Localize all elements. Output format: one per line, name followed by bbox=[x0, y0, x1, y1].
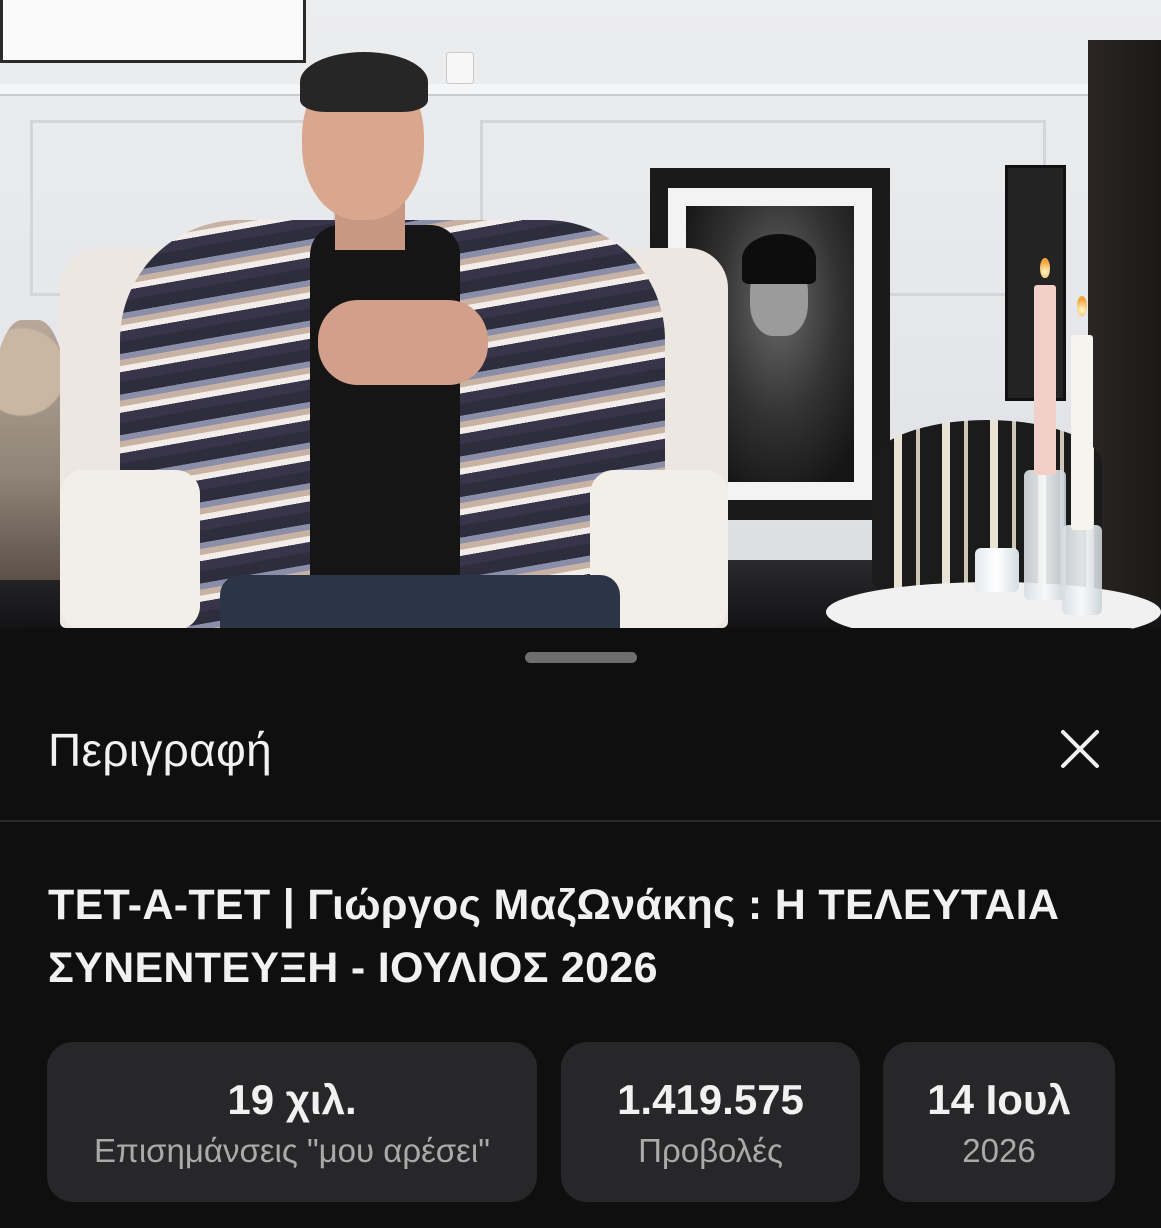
armchair-arm-left bbox=[60, 470, 200, 630]
person-jeans bbox=[220, 575, 620, 630]
views-label: Προβολές bbox=[638, 1132, 783, 1169]
person-tshirt bbox=[310, 225, 460, 595]
video-title: ΤΕΤ-Α-ΤΕΤ | Γιώργος ΜαζΩνάκης : Η ΤΕΛΕΥΤ… bbox=[48, 881, 1060, 992]
sheet-title: Περιγραφή bbox=[48, 724, 272, 776]
close-icon bbox=[1061, 730, 1099, 768]
likes-stat: 19 χιλ. Επισημάνσεις "μου αρέσει" bbox=[47, 1042, 537, 1202]
date-year: 2026 bbox=[962, 1132, 1036, 1169]
candle-pink bbox=[1034, 285, 1056, 475]
person-hands bbox=[318, 300, 488, 385]
candle-holder bbox=[1024, 470, 1066, 600]
likes-count: 19 χιλ. bbox=[227, 1076, 357, 1123]
candle-holder bbox=[1062, 525, 1102, 615]
drag-handle[interactable] bbox=[525, 652, 637, 663]
date-stat: 14 Ιουλ 2026 bbox=[883, 1042, 1115, 1202]
light-switch bbox=[446, 52, 474, 84]
candle-white bbox=[1071, 335, 1093, 530]
date-day-month: 14 Ιουλ bbox=[927, 1076, 1071, 1123]
close-button[interactable] bbox=[1055, 724, 1105, 774]
views-count: 1.419.575 bbox=[617, 1076, 804, 1123]
glass bbox=[975, 548, 1019, 592]
description-sheet: Περιγραφή ΤΕΤ-Α-ΤΕΤ | Γιώργος ΜαζΩνάκης … bbox=[0, 628, 1161, 1228]
candle-flame bbox=[1040, 258, 1050, 278]
wall-artwork bbox=[0, 0, 306, 63]
divider bbox=[0, 820, 1161, 822]
person-hair bbox=[300, 52, 428, 112]
likes-label: Επισημάνσεις "μου αρέσει" bbox=[94, 1132, 490, 1169]
candle-flame bbox=[1077, 296, 1087, 316]
video-player[interactable] bbox=[0, 0, 1161, 630]
wall-molding bbox=[0, 84, 1100, 96]
views-stat: 1.419.575 Προβολές bbox=[561, 1042, 860, 1202]
